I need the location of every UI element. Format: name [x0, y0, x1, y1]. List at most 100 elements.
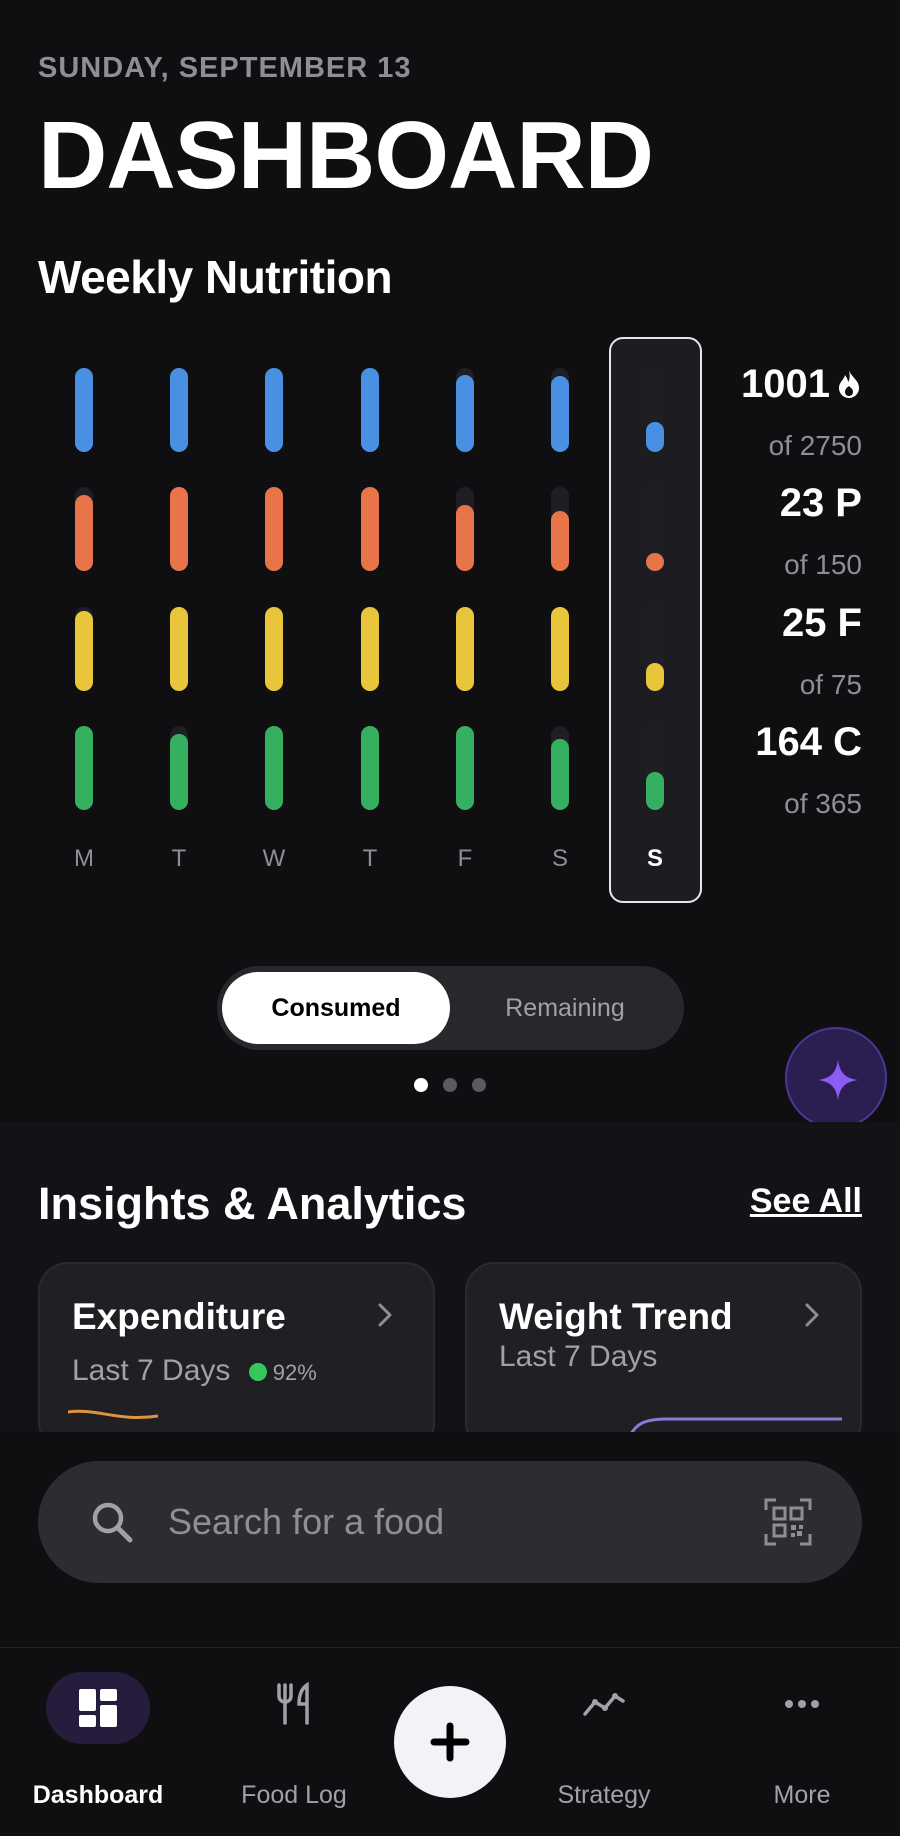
card-subtitle: Last 7 Days 92%	[72, 1354, 317, 1388]
bar-carbs	[265, 726, 283, 810]
stat-value: 1001	[741, 362, 862, 407]
bar-calories	[456, 375, 474, 452]
weekly-nutrition-chart: MTWTFSS	[0, 330, 900, 930]
insights-section: Insights & Analytics See All Expenditure…	[0, 1122, 900, 1452]
date-label: SUNDAY, SEPTEMBER 13	[38, 52, 412, 84]
page-dot[interactable]	[472, 1078, 486, 1092]
stat-goal: of 150	[784, 549, 862, 580]
bar-calories	[551, 376, 569, 452]
day-label: M	[74, 845, 94, 872]
tab-strategy[interactable]: Strategy	[514, 1648, 694, 1836]
bar-track	[551, 726, 569, 810]
insights-title: Insights & Analytics	[38, 1178, 467, 1229]
dashboard-icon	[79, 1689, 117, 1727]
weekly-nutrition-title: Weekly Nutrition	[38, 251, 393, 303]
tab-more[interactable]: More	[712, 1648, 892, 1836]
flame-icon	[839, 370, 859, 398]
bar-track	[551, 487, 569, 571]
bar-track	[75, 607, 93, 691]
status-dot-icon	[248, 1363, 267, 1381]
bar-protein	[361, 487, 379, 571]
tab-label: Dashboard	[32, 1781, 164, 1809]
day-label: T	[171, 845, 187, 872]
bar-track	[170, 726, 188, 810]
add-button[interactable]	[394, 1686, 506, 1798]
page-dot[interactable]	[443, 1078, 457, 1092]
bar-carbs	[75, 726, 93, 810]
stat-goal: of 75	[799, 669, 862, 700]
bar-fat	[265, 607, 283, 691]
bar-carbs	[456, 726, 474, 810]
sparkle-icon	[818, 1060, 858, 1100]
bar-calories	[170, 368, 188, 452]
card-title: Weight Trend	[499, 1296, 733, 1337]
card-period: Last 7 Days	[499, 1340, 658, 1373]
bar-track	[170, 607, 188, 691]
expenditure-card[interactable]: Expenditure Last 7 Days 92%	[38, 1262, 435, 1452]
tab-label: More	[773, 1781, 831, 1809]
bar-fat	[551, 607, 569, 691]
trend-line-icon	[583, 1693, 625, 1716]
bar-track	[75, 726, 93, 810]
stat-value-text: 164 C	[755, 720, 862, 764]
bar-track	[265, 726, 283, 810]
day-label: F	[457, 845, 473, 872]
page-title: DASHBOARD	[38, 102, 654, 209]
search-section	[0, 1432, 900, 1647]
bar-track	[265, 607, 283, 691]
day-label: S	[646, 845, 663, 872]
bar-track	[456, 726, 474, 810]
search-icon	[92, 1502, 133, 1543]
bar-track	[361, 726, 379, 810]
day-label: W	[262, 845, 286, 872]
food-search-bar[interactable]	[38, 1461, 862, 1583]
bar-track	[456, 487, 474, 571]
bar-fat	[456, 607, 474, 691]
bar-track	[170, 368, 188, 452]
tab-dashboard[interactable]: Dashboard	[8, 1648, 188, 1836]
ai-assistant-button[interactable]	[785, 1027, 887, 1129]
day-label: S	[551, 845, 568, 872]
bar-protein	[170, 487, 188, 571]
barcode-scan-icon[interactable]	[764, 1498, 812, 1546]
card-period: Last 7 Days	[72, 1354, 231, 1387]
bar-track	[456, 368, 474, 452]
bar-track	[361, 368, 379, 452]
fork-knife-icon	[277, 1682, 309, 1725]
bar-track	[75, 487, 93, 571]
bar-track	[265, 368, 283, 452]
tab-food-log[interactable]: Food Log	[204, 1648, 384, 1836]
consumed-remaining-toggle[interactable]: Consumed Remaining	[217, 966, 684, 1050]
card-title: Expenditure	[72, 1296, 286, 1337]
bar-calories	[361, 368, 379, 452]
weight-trend-card[interactable]: Weight Trend Last 7 Days	[465, 1262, 862, 1452]
consumed-option[interactable]: Consumed	[222, 972, 450, 1044]
bar-track	[646, 487, 664, 571]
search-input[interactable]	[168, 1461, 728, 1583]
see-all-link[interactable]: See All	[750, 1182, 862, 1221]
bar-carbs	[646, 772, 664, 810]
remaining-option[interactable]: Remaining	[451, 972, 679, 1044]
day-label: T	[362, 845, 378, 872]
chevron-right-icon	[378, 1303, 392, 1327]
bar-carbs	[551, 739, 569, 810]
bar-fat	[170, 607, 188, 691]
adherence-percent: 92%	[248, 1360, 317, 1385]
stat-value: 164 C	[755, 720, 862, 765]
page-dot[interactable]	[414, 1078, 428, 1092]
bar-track	[646, 726, 664, 810]
bar-calories	[646, 422, 664, 452]
bar-track	[646, 607, 664, 691]
tab-label: Strategy	[557, 1781, 651, 1809]
stat-value-text: 1001	[741, 362, 830, 406]
bar-track	[456, 607, 474, 691]
bar-track	[551, 607, 569, 691]
bar-calories	[75, 368, 93, 452]
bar-track	[551, 368, 569, 452]
bar-carbs	[361, 726, 379, 810]
bar-track	[361, 607, 379, 691]
stat-value: 25 F	[782, 601, 862, 646]
bar-fat	[646, 663, 664, 691]
dashboard-header-section: SUNDAY, SEPTEMBER 13 DASHBOARD Weekly Nu…	[0, 0, 900, 1129]
bar-protein	[456, 505, 474, 571]
